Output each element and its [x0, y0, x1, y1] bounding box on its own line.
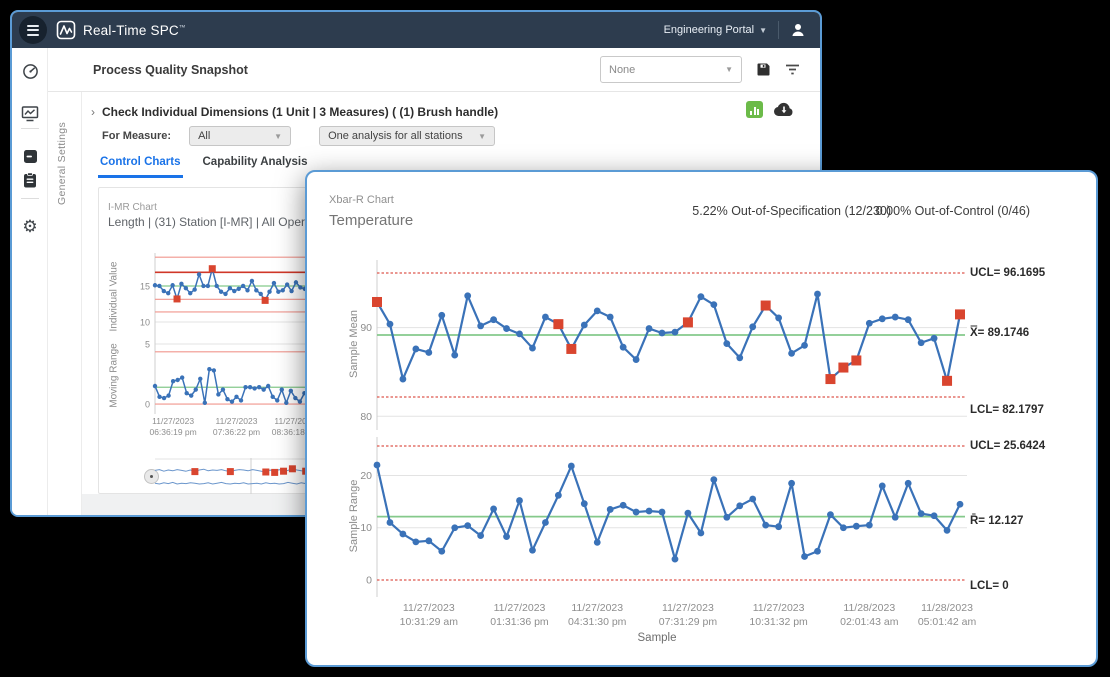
x-axis-tick-label: 11/28/202305:01:42 am [918, 601, 976, 629]
settings-gear-icon[interactable]: ⚙ [20, 216, 40, 236]
imr-chart-subtitle: Length | (31) Station [I-MR] | All Opera… [108, 215, 332, 229]
portal-selector[interactable]: Engineering Portal▼ [664, 24, 767, 36]
imr-chart-type-label: I-MR Chart [108, 202, 157, 213]
chevron-down-icon: ▼ [759, 26, 767, 35]
x-axis-tick-label: 11/27/202310:31:29 am [400, 601, 458, 629]
settings-panel-label: General Settings [56, 122, 68, 205]
svg-text:0: 0 [366, 575, 372, 587]
brand: Real-Time SPC™ [56, 12, 186, 48]
chart-view-button[interactable] [746, 101, 763, 118]
sidebar-divider [21, 128, 39, 129]
clipboard-icon[interactable] [20, 170, 40, 190]
x-axis-tick-label: 11/27/202306:36:19 pm [149, 416, 196, 438]
svg-text:20: 20 [360, 470, 372, 482]
chevron-down-icon: ▼ [478, 132, 486, 141]
brand-logo-icon [56, 20, 76, 40]
svg-text:0: 0 [145, 400, 150, 410]
range-ucl-label: UCL= 25.6424 [970, 440, 1045, 452]
individual-value-chart: 10 15 [133, 253, 328, 341]
settings-panel-strip: General Settings [48, 92, 82, 515]
xbar-chart-type-label: Xbar-R Chart [329, 194, 394, 206]
svg-text:90: 90 [360, 322, 372, 334]
for-measure-label: For Measure: [102, 130, 171, 142]
chevron-down-icon: ▼ [725, 65, 733, 74]
sidebar-divider [21, 198, 39, 199]
x-axis-tick-label: 11/27/202301:31:36 pm [490, 601, 548, 629]
routine-title: Check Individual Dimensions (1 Unit | 3 … [102, 105, 498, 119]
x-axis-tick-label: 11/27/202307:31:29 pm [659, 601, 717, 629]
top-navbar: Real-Time SPC™ Engineering Portal▼ [12, 12, 820, 48]
tab-control-charts[interactable]: Control Charts [98, 150, 183, 178]
svg-text:5: 5 [145, 339, 150, 349]
range-navigator[interactable] [153, 456, 323, 496]
save-icon[interactable] [756, 62, 771, 77]
preset-select[interactable]: None▼ [600, 56, 742, 83]
dashboard-gauge-icon[interactable] [20, 61, 40, 81]
brand-name: Real-Time SPC™ [83, 23, 186, 38]
navbar-divider [778, 21, 779, 39]
sample-mean-chart: 80 90 [347, 260, 967, 430]
x-axis-tick-label: 11/27/202307:36:22 pm [213, 416, 260, 438]
out-of-control-stat: 0.00% Out-of-Control (0/46) [876, 204, 1030, 218]
moving-range-axis-label: Moving Range [109, 336, 120, 416]
x-axis-tick-label: 11/27/202304:31:30 pm [568, 601, 626, 629]
xbar-chart-title: Temperature [329, 212, 413, 229]
user-icon[interactable] [790, 22, 806, 38]
collapse-panel-chevron[interactable]: › [91, 105, 95, 119]
analysis-select[interactable]: One analysis for all stations▼ [319, 126, 495, 146]
moving-range-chart: 05 [133, 334, 328, 414]
download-cloud-icon[interactable] [773, 102, 795, 117]
sidebar: ⚙ [12, 48, 48, 515]
page-title: Process Quality Snapshot [93, 63, 248, 77]
menu-icon[interactable] [19, 16, 47, 44]
tab-bar: Control Charts Capability Analysis [98, 150, 310, 178]
screen: Real-Time SPC™ Engineering Portal▼ [0, 0, 1110, 677]
mean-center-label: X̿= 89.1746 [970, 327, 1029, 339]
individual-value-axis-label: Individual Value [109, 257, 120, 337]
svg-text:15: 15 [140, 281, 150, 291]
device-icon[interactable] [20, 146, 40, 166]
filter-icon[interactable] [785, 63, 800, 76]
tab-capability-analysis[interactable]: Capability Analysis [201, 150, 310, 178]
mean-lcl-label: LCL= 82.1797 [970, 404, 1044, 416]
navbar-right: Engineering Portal▼ [664, 12, 806, 48]
svg-text:80: 80 [360, 411, 372, 423]
mean-ucl-label: UCL= 96.1695 [970, 267, 1045, 279]
chevron-down-icon: ▼ [274, 132, 282, 141]
measure-select[interactable]: All▼ [189, 126, 291, 146]
page-header: Process Quality Snapshot None▼ [48, 48, 820, 92]
header-controls: None▼ [600, 56, 800, 83]
monitor-chart-icon[interactable] [20, 103, 40, 123]
svg-text:10: 10 [360, 522, 372, 534]
out-of-spec-stat: 5.22% Out-of-Specification (12/230) [692, 204, 891, 218]
x-axis-tick-label: 11/27/202310:31:32 pm [749, 601, 807, 629]
sample-axis-title: Sample [347, 632, 967, 644]
routine-actions [746, 101, 795, 118]
sample-range-chart: 0 10 20 [347, 437, 967, 597]
range-lcl-label: LCL= 0 [970, 580, 1009, 592]
x-axis-tick-label: 11/28/202302:01:43 am [840, 601, 898, 629]
xbar-r-window: Xbar-R Chart Temperature 5.22% Out-of-Sp… [305, 170, 1098, 667]
measure-row: For Measure: All▼ One analysis for all s… [102, 126, 495, 146]
range-center-label: R̄= 12.127 [970, 515, 1023, 527]
svg-text:10: 10 [140, 317, 150, 327]
